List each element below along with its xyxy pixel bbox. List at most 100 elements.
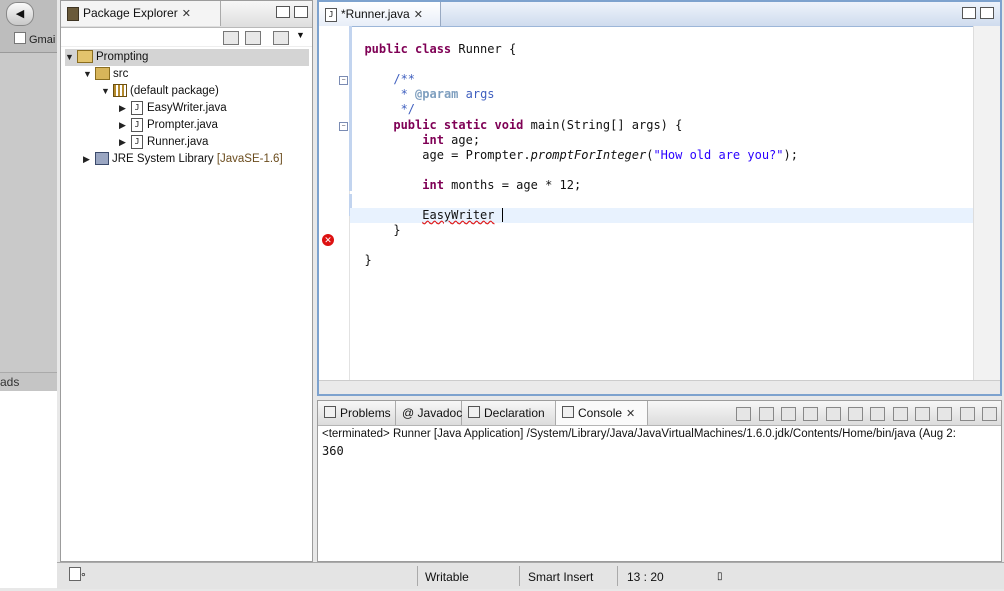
java-file-icon: J (325, 7, 337, 22)
collapsed-icon[interactable]: ▶ (119, 134, 131, 151)
text-cursor (501, 208, 510, 222)
tree-item-jre-library[interactable]: ▶ JRE System Library [JavaSE-1.6] (83, 151, 283, 168)
project-icon (77, 50, 93, 64)
minimize-view-button[interactable] (959, 406, 975, 421)
pin-console-icon[interactable] (892, 406, 908, 421)
status-bar: ° Writable Smart Insert 13 : 20 ▯ (57, 562, 1004, 589)
close-icon[interactable]: ✕ (414, 9, 423, 21)
display-console-icon[interactable] (914, 406, 930, 421)
tab-runner-java[interactable]: J *Runner.java ✕ (319, 2, 441, 26)
scroll-lock-icon[interactable] (825, 406, 841, 421)
writable-status: Writable (425, 570, 469, 584)
editor-window-controls (958, 7, 994, 22)
code-line: public static void main(String[] args) { (393, 118, 683, 132)
package-explorer-title: Package Explorer (83, 6, 178, 20)
background-panel (0, 391, 57, 588)
show-stdout-icon[interactable] (847, 406, 863, 421)
terminate-icon[interactable] (736, 406, 752, 421)
code-line: int age; (422, 133, 481, 147)
tree-item-default-package[interactable]: ▼ (default package) (101, 83, 219, 100)
code-line: age = Prompter.promptForInteger("How old… (422, 148, 798, 162)
view-menu-icon[interactable]: ▼ (296, 30, 305, 40)
minimize-editor-button[interactable] (962, 7, 976, 19)
maximize-editor-button[interactable] (980, 7, 994, 19)
editor-horizontal-scrollbar[interactable] (319, 380, 1000, 394)
maximize-view-button[interactable] (982, 406, 997, 421)
status-bar-icon: ° (69, 563, 86, 589)
collapsed-icon[interactable]: ▶ (119, 100, 131, 117)
editor-tabbar: J *Runner.java ✕ (319, 2, 1000, 27)
focus-icon[interactable] (273, 31, 289, 45)
background-side-label: ads (0, 372, 57, 392)
editor-vertical-scrollbar[interactable] (973, 26, 1000, 383)
maximize-view-button[interactable] (294, 6, 308, 18)
tab-console[interactable]: Console ✕ (556, 401, 648, 425)
code-line: /** (393, 72, 416, 86)
view-window-controls (272, 6, 308, 21)
back-button[interactable]: ◀ (6, 2, 34, 26)
console-launch-status: <terminated> Runner [Java Application] /… (322, 428, 956, 440)
tree-item-runner[interactable]: ▶ J Runner.java (119, 134, 208, 151)
link-editor-icon[interactable] (245, 31, 261, 45)
tab-declaration[interactable]: Declaration (462, 401, 556, 425)
remove-launch-icon[interactable] (758, 406, 774, 421)
declaration-icon (468, 406, 480, 418)
editor-gutter[interactable]: − − ✕ (319, 26, 352, 383)
background-toolbar: ◀ Gmai (0, 0, 57, 53)
close-icon[interactable]: ✕ (182, 8, 191, 20)
java-file-icon: J (131, 100, 143, 115)
separator (417, 566, 418, 586)
library-icon (95, 152, 109, 166)
console-toolbar (732, 406, 997, 421)
collapsed-icon[interactable]: ▶ (83, 151, 95, 168)
status-bar-trim-icon: ▯ (717, 571, 723, 582)
code-line: public class Runner { (364, 42, 517, 56)
show-stderr-icon[interactable] (870, 406, 886, 421)
fold-collapse-icon[interactable]: − (339, 76, 348, 85)
package-explorer-icon (67, 6, 79, 21)
close-icon[interactable]: ✕ (626, 408, 635, 420)
java-file-icon: J (131, 134, 143, 149)
code-line: int months = age * 12; (422, 178, 582, 192)
expanded-icon[interactable]: ▼ (65, 49, 77, 66)
expanded-icon[interactable]: ▼ (83, 66, 95, 83)
expanded-icon[interactable]: ▼ (101, 83, 113, 100)
code-line: } (364, 253, 372, 267)
console-output[interactable]: 360 (322, 444, 344, 458)
bottom-views-panel: Problems @ Javadoc Declaration Console ✕ … (317, 400, 1002, 562)
fold-collapse-icon[interactable]: − (339, 122, 348, 131)
tree-item-project[interactable]: ▼ Prompting (65, 49, 309, 66)
insert-mode-status: Smart Insert (528, 570, 594, 584)
code-line: */ (393, 102, 416, 116)
background-tab[interactable]: Gmai (14, 32, 55, 46)
package-explorer-toolbar: ▼ (61, 28, 312, 47)
clear-console-icon[interactable] (803, 406, 819, 421)
code-line: } (393, 223, 401, 237)
tab-problems[interactable]: Problems (318, 401, 396, 425)
tree-item-easywriter[interactable]: ▶ J EasyWriter.java (119, 100, 227, 117)
cursor-position: 13 : 20 (627, 570, 664, 584)
current-code-line: EasyWriter (350, 208, 974, 223)
error-token[interactable]: EasyWriter (422, 208, 494, 222)
collapse-all-icon[interactable] (223, 31, 239, 45)
remove-all-icon[interactable] (780, 406, 796, 421)
code-area[interactable]: public class Runner { /** * @param args … (350, 26, 974, 383)
console-icon (562, 406, 574, 418)
open-console-icon[interactable] (937, 406, 953, 421)
minimize-view-button[interactable] (276, 6, 290, 18)
java-file-icon: J (131, 117, 143, 132)
tree-item-src[interactable]: ▼ src (83, 66, 128, 83)
package-explorer-tabbar: Package Explorer ✕ (61, 1, 312, 28)
tab-package-explorer[interactable]: Package Explorer ✕ (61, 1, 221, 26)
java-editor: J *Runner.java ✕ − − ✕ public class Runner… (317, 0, 1002, 396)
collapsed-icon[interactable]: ▶ (119, 117, 131, 134)
background-window: ◀ Gmai ads (0, 0, 57, 588)
separator (617, 566, 618, 586)
tree-item-prompter[interactable]: ▶ J Prompter.java (119, 117, 218, 134)
tab-javadoc[interactable]: @ Javadoc (396, 401, 462, 425)
problems-icon (324, 406, 336, 418)
error-icon[interactable]: ✕ (322, 234, 334, 246)
package-explorer-view: Package Explorer ✕ ▼ ▼ Prompting ▼ src ▼ (de… (60, 0, 313, 562)
separator (519, 566, 520, 586)
page-icon (14, 32, 26, 44)
